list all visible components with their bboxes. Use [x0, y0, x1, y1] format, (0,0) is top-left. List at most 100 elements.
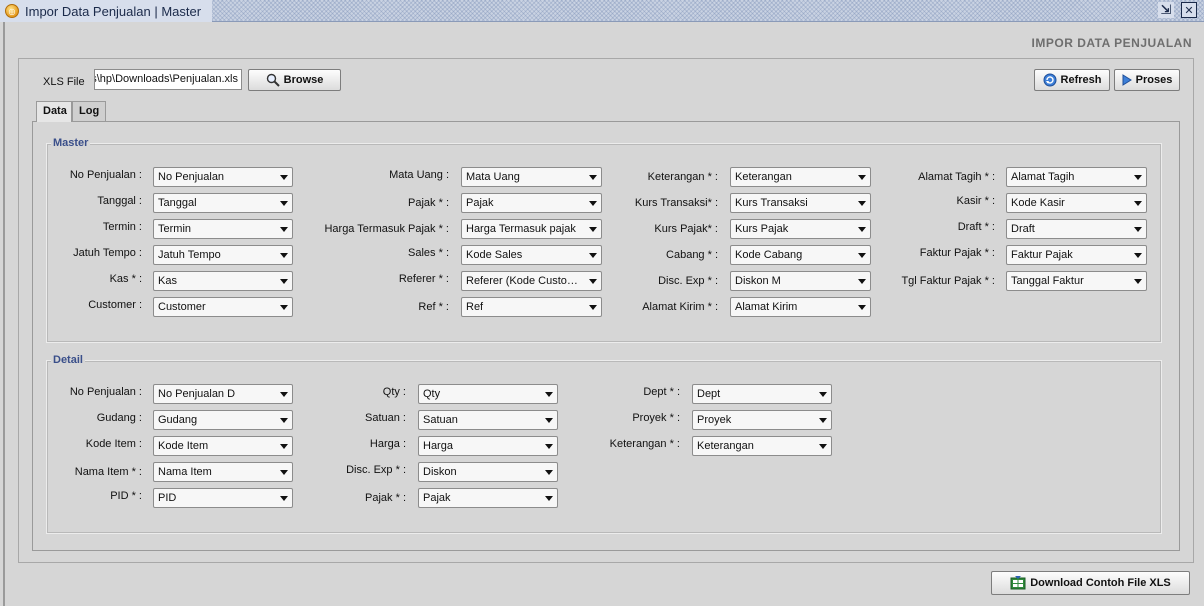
- chevron-down-icon: [1134, 227, 1142, 232]
- combo-dept[interactable]: Dept: [692, 384, 832, 404]
- combo-qty[interactable]: Qty: [418, 384, 558, 404]
- combo-value: Draft: [1011, 223, 1035, 235]
- combo-value: Harga Termasuk pajak: [466, 223, 576, 235]
- tab-log[interactable]: Log: [72, 101, 106, 122]
- combo-detail-no-penjualan[interactable]: No Penjualan D: [153, 384, 293, 404]
- combo-value: No Penjualan D: [158, 388, 236, 400]
- window-edge: [3, 22, 5, 606]
- combo-customer[interactable]: Customer: [153, 297, 293, 317]
- combo-faktur-pajak[interactable]: Faktur Pajak: [1006, 245, 1147, 265]
- combo-draft[interactable]: Draft: [1006, 219, 1147, 239]
- chevron-down-icon: [545, 418, 553, 423]
- combo-alamat-tagih[interactable]: Alamat Tagih: [1006, 167, 1147, 187]
- chevron-down-icon: [858, 175, 866, 180]
- combo-value: Ref: [466, 301, 484, 313]
- chevron-down-icon: [589, 201, 597, 206]
- combo-value: Dept: [697, 388, 721, 400]
- chevron-down-icon: [819, 392, 827, 397]
- close-icon[interactable]: ✕: [1181, 2, 1197, 18]
- combo-harga[interactable]: Harga: [418, 436, 558, 456]
- combo-kode-item[interactable]: Kode Item: [153, 436, 293, 456]
- chevron-down-icon: [545, 392, 553, 397]
- combo-harga-termasuk-pajak[interactable]: Harga Termasuk pajak: [461, 219, 602, 239]
- chevron-down-icon: [589, 253, 597, 258]
- download-sample-button[interactable]: Download Contoh File XLS: [991, 571, 1190, 595]
- chevron-down-icon: [280, 227, 288, 232]
- label-draft: Draft * :: [957, 221, 995, 233]
- combo-cabang[interactable]: Kode Cabang: [730, 245, 871, 265]
- title-area: ◎ Impor Data Penjualan | Master: [0, 0, 212, 22]
- combo-value: No Penjualan: [158, 171, 225, 183]
- restore-icon[interactable]: ⇲: [1158, 2, 1174, 18]
- combo-value: Kode Kasir: [1011, 197, 1065, 209]
- combo-value: Kode Item: [158, 440, 209, 452]
- title-bar: ◎ Impor Data Penjualan | Master ⇲ ✕: [0, 0, 1204, 22]
- chevron-down-icon: [1134, 253, 1142, 258]
- label-dept: Dept * :: [643, 386, 680, 398]
- combo-tgl-faktur-pajak[interactable]: Tanggal Faktur: [1006, 271, 1147, 291]
- label-gudang: Gudang :: [96, 412, 142, 424]
- label-pajak: Pajak * :: [408, 197, 449, 209]
- combo-gudang[interactable]: Gudang: [153, 410, 293, 430]
- chevron-down-icon: [1134, 279, 1142, 284]
- combo-value: Harga: [423, 440, 453, 452]
- combo-sales[interactable]: Kode Sales: [461, 245, 602, 265]
- combo-value: Kurs Pajak: [735, 223, 789, 235]
- combo-no-penjualan[interactable]: No Penjualan: [153, 167, 293, 187]
- tab-data[interactable]: Data: [36, 101, 72, 122]
- chevron-down-icon: [280, 392, 288, 397]
- label-alamat-kirim: Alamat Kirim * :: [642, 301, 718, 313]
- browse-button[interactable]: Browse: [248, 69, 341, 91]
- window-title: Impor Data Penjualan | Master: [25, 3, 202, 19]
- proses-label: Proses: [1135, 74, 1173, 86]
- combo-termin[interactable]: Termin: [153, 219, 293, 239]
- combo-value: Pajak: [423, 492, 451, 504]
- label-proyek: Proyek * :: [632, 412, 680, 424]
- chevron-down-icon: [589, 227, 597, 232]
- label-kurs-pajak: Kurs Pajak* :: [654, 223, 718, 235]
- combo-mata-uang[interactable]: Mata Uang: [461, 167, 602, 187]
- label-kode-item: Kode Item :: [85, 438, 142, 450]
- chevron-down-icon: [280, 279, 288, 284]
- refresh-label: Refresh: [1060, 74, 1102, 86]
- combo-value: Pajak: [466, 197, 494, 209]
- label-no-penjualan: No Penjualan :: [69, 169, 142, 181]
- combo-value: Kurs Transaksi: [735, 197, 808, 209]
- combo-ref[interactable]: Ref: [461, 297, 602, 317]
- combo-disc-exp[interactable]: Diskon M: [730, 271, 871, 291]
- combo-pid[interactable]: PID: [153, 488, 293, 508]
- label-tanggal: Tanggal :: [97, 195, 142, 207]
- label-referer: Referer * :: [398, 273, 449, 285]
- combo-value: Alamat Tagih: [1011, 171, 1075, 183]
- combo-value: Referer (Kode Customer): [466, 275, 581, 287]
- chevron-down-icon: [589, 279, 597, 284]
- combo-value: Jatuh Tempo: [158, 249, 221, 261]
- combo-value: Kode Sales: [466, 249, 523, 261]
- proses-button[interactable]: Proses: [1114, 69, 1180, 91]
- combo-kas[interactable]: Kas: [153, 271, 293, 291]
- combo-pajak[interactable]: Pajak: [461, 193, 602, 213]
- combo-alamat-kirim[interactable]: Alamat Kirim: [730, 297, 871, 317]
- combo-kurs-pajak[interactable]: Kurs Pajak: [730, 219, 871, 239]
- combo-diskon[interactable]: Diskon: [418, 462, 558, 482]
- combo-detail-pajak[interactable]: Pajak: [418, 488, 558, 508]
- xls-file-input[interactable]: C:\Users\hp\Downloads\Penjualan.xls: [94, 69, 242, 90]
- combo-proyek[interactable]: Proyek: [692, 410, 832, 430]
- chevron-down-icon: [819, 444, 827, 449]
- combo-satuan[interactable]: Satuan: [418, 410, 558, 430]
- combo-keterangan[interactable]: Keterangan: [730, 167, 871, 187]
- combo-kurs-transaksi[interactable]: Kurs Transaksi: [730, 193, 871, 213]
- refresh-button[interactable]: Refresh: [1034, 69, 1110, 91]
- combo-value: Proyek: [697, 414, 732, 426]
- combo-referer[interactable]: Referer (Kode Customer): [461, 271, 602, 291]
- download-label: Download Contoh File XLS: [1030, 577, 1171, 589]
- combo-detail-keterangan[interactable]: Keterangan: [692, 436, 832, 456]
- combo-tanggal[interactable]: Tanggal: [153, 193, 293, 213]
- chevron-down-icon: [280, 175, 288, 180]
- chevron-down-icon: [545, 444, 553, 449]
- combo-value: Qty: [423, 388, 441, 400]
- combo-nama-item[interactable]: Nama Item: [153, 462, 293, 482]
- combo-jatuh-tempo[interactable]: Jatuh Tempo: [153, 245, 293, 265]
- combo-kasir[interactable]: Kode Kasir: [1006, 193, 1147, 213]
- chevron-down-icon: [589, 305, 597, 310]
